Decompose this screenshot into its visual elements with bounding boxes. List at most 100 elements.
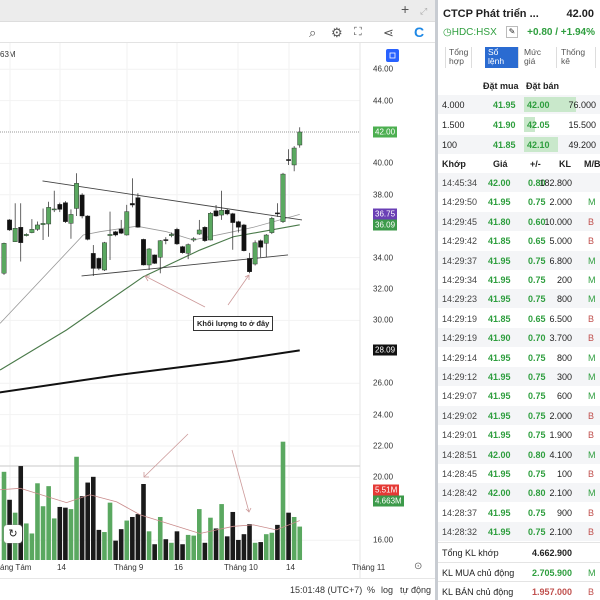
trade-volume: 300 [556,372,572,382]
candle [102,241,107,271]
volume-bar [107,502,113,560]
ask-qty: 15.500 [568,120,596,130]
candle-body [85,215,91,240]
trade-volume: 600 [556,391,572,402]
trade-side: B [588,236,595,247]
price-axis-label: 44.00 [373,96,394,106]
auto-scale-toggle[interactable]: tự động [400,585,431,595]
trade-row: 14:29:23 41.95 0.75 800 M [438,289,600,309]
trade-row: 14:28:51 42.00 0.80 4.100 M [438,444,600,464]
tab-statistics[interactable]: Thống kê [558,47,596,68]
trade-time: 14:29:19 [442,313,478,324]
log-toggle[interactable]: log [381,585,393,595]
edit-icon[interactable]: ✎ [506,26,518,38]
ask-price[interactable]: 42.10 [527,140,550,150]
trade-row: 14:28:32 41.95 0.75 2.100 B [438,522,600,542]
candle-body [202,227,208,241]
trade-row: 14:29:19 41.85 0.65 6.500 B [438,308,600,328]
volume-bar [197,509,202,560]
candle-body [12,228,18,242]
candle-body [157,240,163,258]
trade-price: 41.95 [488,430,511,441]
trade-price: 41.95 [488,275,511,285]
volume-bar [169,542,174,560]
trade-volume: 6.800 [549,255,572,266]
price-axis-label: 16.00 [373,535,394,545]
candle [280,172,286,224]
price-chart[interactable] [0,0,435,600]
candle [247,252,252,274]
trade-time: 14:29:14 [442,352,478,363]
trade-change: 0.75 [528,372,546,382]
price-axis-label: 22.00 [373,441,394,451]
candle-body [57,204,63,210]
trade-price: 42.00 [488,449,511,460]
volume-bar [146,531,152,560]
trade-side: B [588,410,595,421]
percent-toggle[interactable]: % [367,585,375,595]
ask-price[interactable]: 42.00 [527,100,550,110]
trade-change: 0.75 [528,469,546,479]
trade-volume: 2.100 [549,488,572,499]
summary-label: KL BÁN chủ động [442,587,514,597]
book-header: Đặt mua Đặt bán [438,76,600,95]
volume-bar [241,534,247,560]
candle [57,202,63,213]
ask-price[interactable]: 42.05 [527,120,550,130]
trade-time: 14:28:45 [442,469,478,479]
x-label: áng Tám [0,563,32,572]
tab-price-levels[interactable]: Mức giá [521,47,557,68]
order-panel: CTCP Phát triển ... 42.00 ◷HDC:HSX ✎ +0.… [435,0,600,600]
volume-bar [90,476,96,560]
reset-chart-button[interactable]: ↻ [4,525,22,543]
trade-change: 0.75 [528,430,546,441]
candle [124,204,130,236]
trade-side: B [588,469,595,479]
candle [85,215,91,241]
candle [118,219,124,235]
scale-toggle-button[interactable] [386,49,399,62]
summary-row: KL MUA chủ động 2.705.900 M [438,561,600,581]
volume-bar [202,542,208,560]
trade-price: 41.85 [488,236,511,247]
candle [1,242,7,275]
bid-qty: 100 [442,140,458,150]
ticker: ◷HDC:HSX [443,27,497,38]
order-book-row[interactable]: 1.500 41.90 42.05 15.500 [438,115,600,134]
volume-bar [40,506,46,560]
candle [141,238,146,266]
go-to-realtime-icon[interactable]: ⊙ [414,561,422,572]
candle [224,208,230,216]
arrow [144,275,206,308]
trade-row: 14:29:34 41.95 0.75 200 M [438,270,600,289]
order-book-row[interactable]: 100 41.85 42.10 49.200 [438,135,600,154]
trade-time: 14:28:42 [442,488,478,499]
candle [196,219,202,235]
bid-price[interactable]: 41.90 [493,120,516,130]
bid-price[interactable]: 41.85 [493,140,516,150]
bid-price[interactable]: 41.95 [493,100,516,110]
volume-bar [18,466,24,560]
trade-volume: 800 [556,352,572,363]
trade-row: 14:29:37 41.95 0.75 6.800 M [438,250,600,270]
candle-body [241,224,247,251]
candle-body [185,244,191,254]
candle-body [291,147,297,166]
trade-side: M [588,449,596,460]
price-axis-label: 26.00 [373,378,394,388]
candle [241,223,247,252]
trade-price: 41.95 [488,372,511,382]
trade-volume: 2.000 [549,197,572,208]
volume-bar [213,528,219,560]
price-badge: 5.51M [373,484,400,496]
trade-time: 14:29:02 [442,410,478,421]
tab-overview[interactable]: Tổng hợp [445,47,473,68]
trade-time: 14:29:45 [442,216,478,227]
summary-row: Tổng KL khớp 4.662.900 [438,542,600,561]
tab-order-book[interactable]: Sổ lệnh [485,47,519,68]
candle-body [168,234,174,236]
trade-price: 41.95 [488,507,511,518]
order-book-row[interactable]: 4.000 41.95 42.00 76.000 [438,95,600,114]
candle [286,149,291,165]
candle [252,240,258,266]
